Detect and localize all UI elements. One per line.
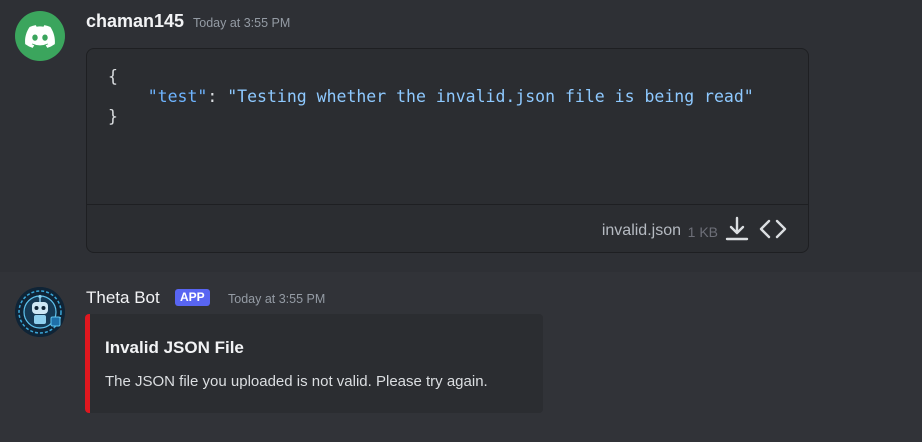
code-open-brace: { (108, 67, 118, 86)
error-embed: Invalid JSON File The JSON file you uplo… (85, 314, 543, 413)
robot-avatar-icon[interactable] (15, 287, 65, 337)
code-close-brace: } (108, 107, 118, 126)
download-icon[interactable] (723, 215, 751, 243)
code-key: "test" (147, 87, 208, 106)
embed-title: Invalid JSON File (105, 338, 244, 357)
discord-logo-icon[interactable] (15, 11, 65, 61)
message-author[interactable]: chaman145 (86, 10, 184, 32)
attachment-filename[interactable]: invalid.json (602, 222, 681, 240)
attachment-footer: invalid.json 1 KB (87, 204, 808, 252)
code-preview: { "test": "Testing whether the invalid.j… (108, 67, 754, 127)
code-value: "Testing whether the invalid.json file i… (227, 87, 754, 106)
file-attachment-preview: { "test": "Testing whether the invalid.j… (86, 48, 809, 253)
message-chaman145: chaman145 Today at 3:55 PM { "test": "Te… (0, 0, 922, 272)
app-badge: APP (175, 289, 210, 306)
attachment-filesize: 1 KB (687, 224, 718, 240)
embed-description: The JSON file you uploaded is not valid.… (105, 373, 488, 390)
bot-author[interactable]: Theta Bot (86, 287, 160, 309)
code-brackets-icon[interactable] (758, 216, 788, 242)
message-timestamp: Today at 3:55 PM (193, 16, 291, 30)
bot-message-timestamp: Today at 3:55 PM (228, 292, 326, 306)
code-colon: : (207, 87, 228, 106)
